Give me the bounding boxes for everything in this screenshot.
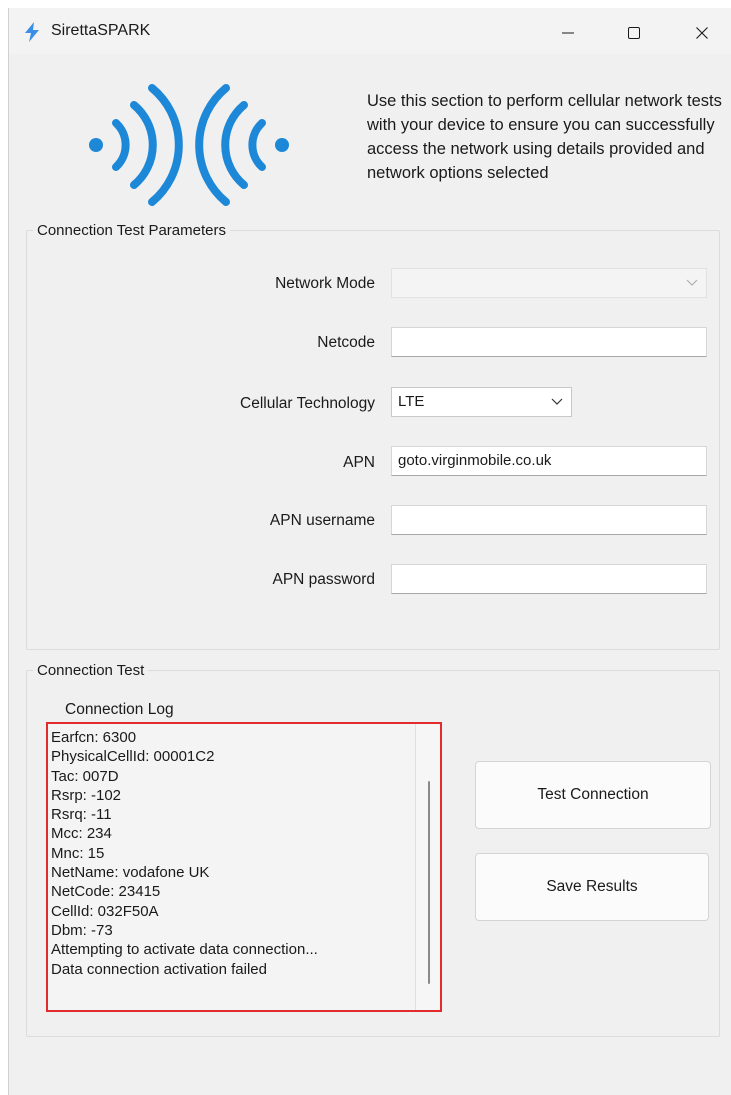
log-line: Data connection activation failed [51, 960, 267, 978]
maximize-icon [628, 27, 640, 39]
connection-test-legend: Connection Test [37, 662, 145, 679]
save-results-button[interactable]: Save Results [475, 853, 709, 921]
maximize-button[interactable] [611, 16, 657, 50]
apn-value: goto.virginmobile.co.uk [398, 452, 552, 469]
parameters-legend: Connection Test Parameters [37, 222, 226, 239]
network-mode-select[interactable] [391, 268, 707, 298]
apn-username-input[interactable] [391, 505, 707, 535]
connection-log-text[interactable]: Earfcn: 6300 PhysicalCellId: 00001C2 Tac… [48, 724, 415, 1010]
log-scrollbar[interactable] [415, 724, 440, 1010]
cellular-technology-value: LTE [398, 393, 425, 410]
minimize-button[interactable] [545, 16, 591, 50]
apn-username-label: APN username [269, 512, 375, 529]
section-description: Use this section to perform cellular net… [367, 92, 722, 182]
chevron-down-icon [551, 398, 563, 405]
cellular-technology-select[interactable]: LTE [391, 387, 572, 417]
log-scrollbar-thumb[interactable] [428, 781, 430, 984]
cellular-signal-waves-icon [89, 84, 289, 206]
log-line: Rsrp: -102 [51, 786, 122, 804]
log-line: Attempting to activate data connection..… [51, 941, 318, 959]
network-mode-label: Network Mode [275, 275, 375, 292]
apn-label: APN [343, 454, 375, 471]
minimize-icon [562, 32, 574, 34]
connection-log[interactable]: Earfcn: 6300 PhysicalCellId: 00001C2 Tac… [46, 722, 442, 1012]
log-line: Mcc: 234 [51, 825, 112, 843]
apn-input[interactable]: goto.virginmobile.co.uk [391, 446, 707, 476]
lightning-bolt-icon [25, 22, 39, 42]
log-line: Earfcn: 6300 [51, 729, 137, 746]
apn-password-label: APN password [272, 571, 375, 588]
cellular-technology-label: Cellular Technology [240, 395, 375, 412]
app-window: SirettaSPARK Use this section to perform… [8, 8, 731, 1095]
netcode-input[interactable] [391, 327, 707, 357]
title-bar: SirettaSPARK [9, 8, 731, 54]
log-line: Rsrq: -11 [51, 806, 112, 824]
log-line: CellId: 032F50A [51, 902, 159, 920]
apn-password-input[interactable] [391, 564, 707, 594]
close-button[interactable] [679, 16, 725, 50]
close-icon [696, 27, 708, 39]
log-line: Dbm: -73 [51, 921, 113, 939]
chevron-down-icon [686, 279, 698, 286]
log-line: PhysicalCellId: 00001C2 [51, 748, 215, 766]
connection-log-label: Connection Log [65, 701, 174, 718]
netcode-label: Netcode [317, 334, 375, 351]
test-connection-button[interactable]: Test Connection [475, 761, 711, 829]
log-line: Mnc: 15 [51, 844, 105, 862]
log-line: Tac: 007D [51, 767, 119, 785]
log-line: NetName: vodafone UK [51, 864, 210, 882]
window-title: SirettaSPARK [51, 22, 151, 39]
log-line: NetCode: 23415 [51, 883, 161, 901]
